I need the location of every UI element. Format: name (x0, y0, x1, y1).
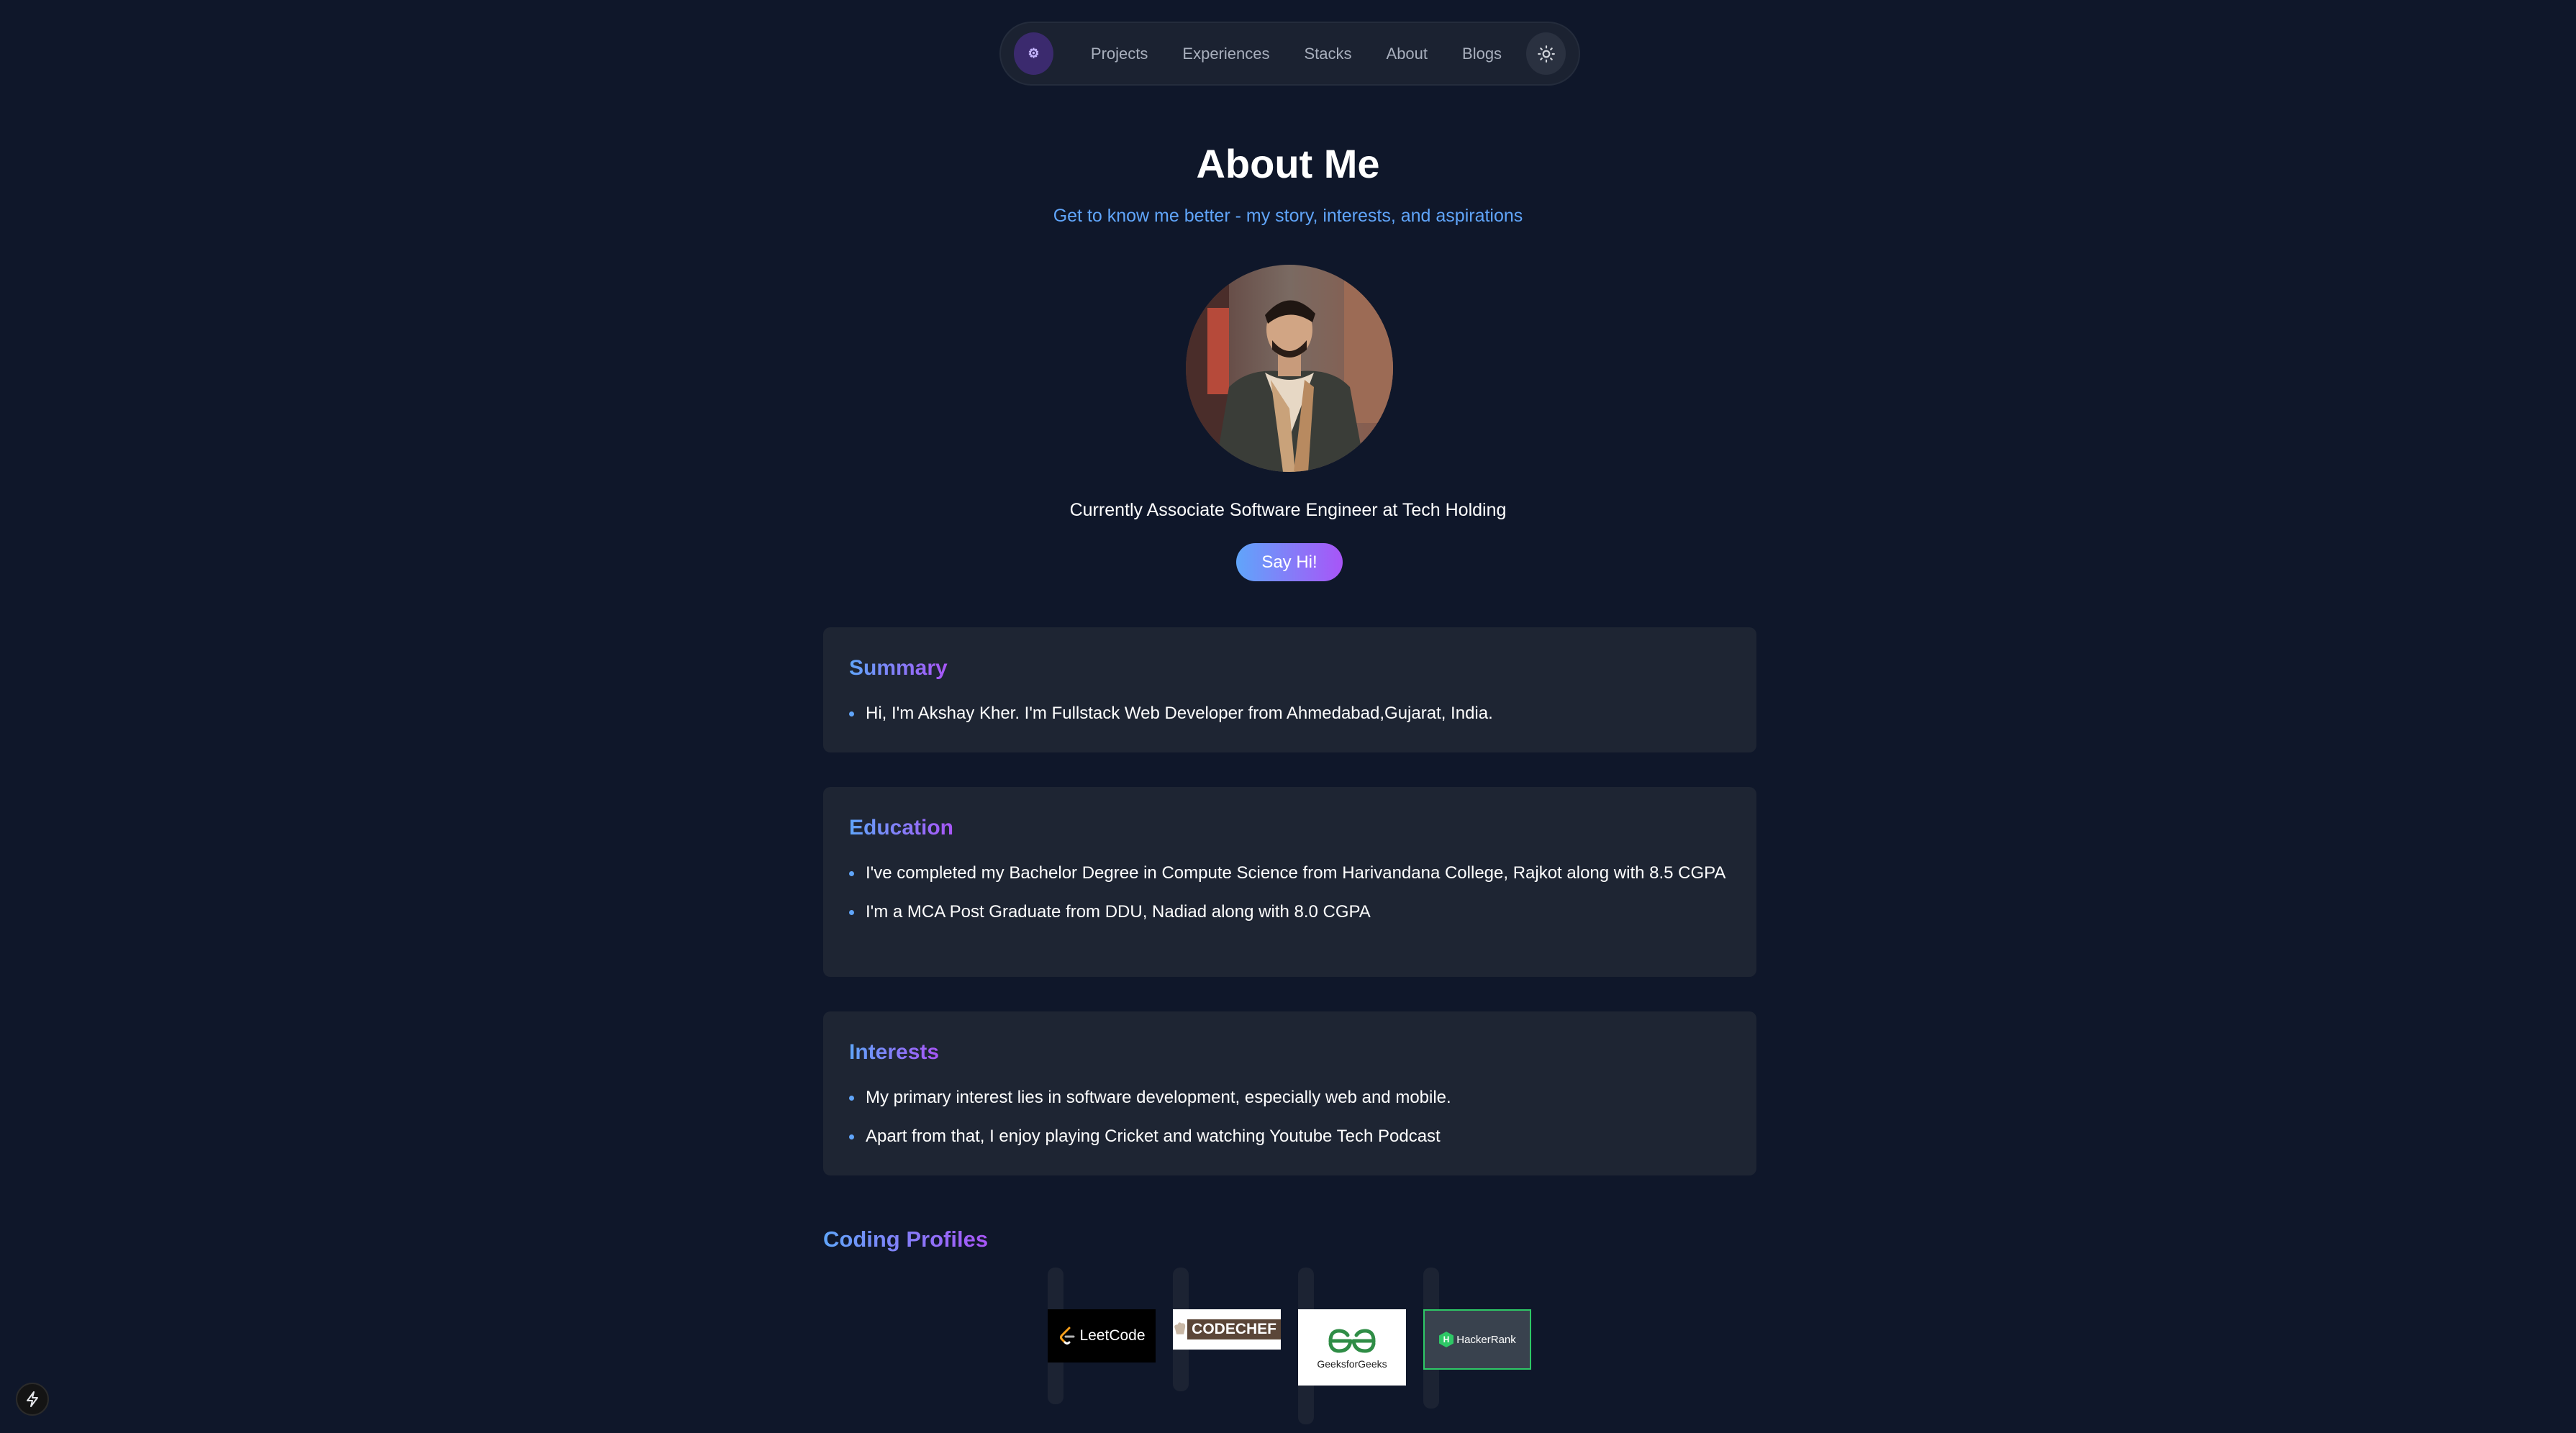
avatar (1186, 265, 1393, 472)
list-item: I've completed my Bachelor Degree in Com… (849, 860, 1731, 886)
summary-text: Hi, I'm Akshay Kher. I'm Fullstack Web D… (866, 704, 1493, 723)
page-subtitle: Get to know me better - my story, intere… (1053, 206, 1523, 226)
lightning-bolt-icon[interactable] (16, 1383, 49, 1416)
list-item: Apart from that, I enjoy playing Cricket… (849, 1124, 1731, 1150)
svg-text:H: H (1443, 1334, 1450, 1345)
bullet-dot (849, 871, 854, 876)
profile-geeksforgeeks: GeeksforGeeks (1298, 1268, 1406, 1424)
say-hi-button[interactable]: Say Hi! (1236, 543, 1343, 581)
codechef-logo-link[interactable]: CODECHEF (1173, 1309, 1281, 1350)
hackerrank-label: HackerRank (1456, 1333, 1516, 1346)
theme-toggle-button[interactable] (1526, 32, 1566, 75)
leetcode-logo-link[interactable]: LeetCode (1048, 1309, 1156, 1363)
top-navbar: ⚙ Projects Experiences Stacks About Blog… (999, 22, 1580, 86)
education-card: Education I've completed my Bachelor Deg… (823, 787, 1756, 977)
education-item-bachelor: I've completed my Bachelor Degree in Com… (866, 863, 1726, 883)
nav-link-experiences[interactable]: Experiences (1165, 45, 1287, 63)
hackerrank-logo-link[interactable]: H HackerRank (1423, 1309, 1531, 1370)
hackerrank-icon: H (1439, 1332, 1454, 1347)
coding-profiles-title: Coding Profiles (823, 1227, 989, 1252)
nav-link-about[interactable]: About (1369, 45, 1446, 63)
bolt-glyph (27, 1391, 38, 1407)
profile-leetcode: LeetCode (1048, 1268, 1156, 1404)
nav-link-projects[interactable]: Projects (1074, 45, 1165, 63)
summary-title: Summary (849, 656, 948, 680)
about-page: ⚙ Projects Experiences Stacks About Blog… (0, 0, 2576, 1433)
logo-icon[interactable]: ⚙ (1014, 32, 1053, 75)
current-role-text: Currently Associate Software Engineer at… (1069, 500, 1507, 520)
summary-card: Summary Hi, I'm Akshay Kher. I'm Fullsta… (823, 627, 1756, 752)
codechef-label: CODECHEF (1187, 1319, 1281, 1339)
list-item: I'm a MCA Post Graduate from DDU, Nadiad… (849, 899, 1731, 925)
nav-link-blogs[interactable]: Blogs (1445, 45, 1519, 63)
education-item-mca: I'm a MCA Post Graduate from DDU, Nadiad… (866, 902, 1371, 922)
profile-hackerrank: H HackerRank (1423, 1268, 1531, 1409)
list-item: My primary interest lies in software dev… (849, 1085, 1731, 1111)
leetcode-label: LeetCode (1079, 1327, 1146, 1344)
interest-item-software: My primary interest lies in software dev… (866, 1088, 1451, 1107)
interests-title: Interests (849, 1040, 940, 1064)
education-title: Education (849, 816, 954, 840)
bullet-dot (849, 711, 854, 716)
interests-card: Interests My primary interest lies in so… (823, 1011, 1756, 1175)
geeksforgeeks-icon (1328, 1329, 1376, 1353)
nav-link-stacks[interactable]: Stacks (1287, 45, 1369, 63)
bullet-dot (849, 1134, 854, 1139)
leetcode-icon (1060, 1327, 1075, 1345)
sun-icon (1537, 45, 1555, 63)
geeksforgeeks-label: GeeksforGeeks (1317, 1358, 1387, 1370)
page-title: About Me (1196, 141, 1380, 186)
geeksforgeeks-logo-link[interactable]: GeeksforGeeks (1298, 1309, 1406, 1386)
bullet-dot (849, 910, 854, 915)
profile-codechef: CODECHEF (1173, 1268, 1281, 1391)
bullet-dot (849, 1096, 854, 1101)
interest-item-hobbies: Apart from that, I enjoy playing Cricket… (866, 1127, 1441, 1146)
list-item: Hi, I'm Akshay Kher. I'm Fullstack Web D… (849, 701, 1731, 727)
chef-hat-icon (1174, 1322, 1186, 1334)
avatar-photo (1186, 265, 1393, 472)
logo-glyph: ⚙ (1028, 46, 1040, 60)
